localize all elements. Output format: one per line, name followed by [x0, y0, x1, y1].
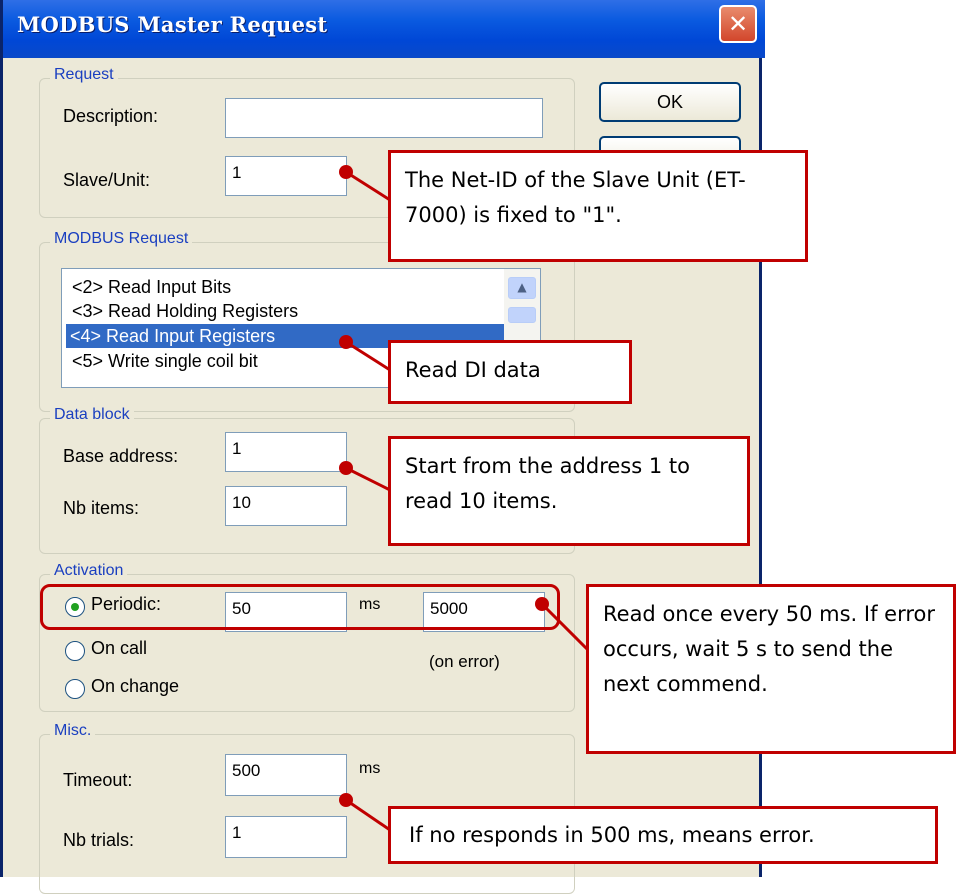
callout-dot — [339, 461, 353, 475]
timeout-annotation: If no responds in 500 ms, means error. — [388, 806, 938, 864]
callout-dot — [535, 597, 549, 611]
read-di-annotation: Read DI data — [388, 340, 632, 404]
slave-unit-annotation: The Net-ID of the Slave Unit (ET-7000) i… — [388, 150, 808, 262]
periodic-annotation: Read once every 50 ms. If error occurs, … — [586, 584, 956, 754]
callout-dot — [339, 335, 353, 349]
address-annotation: Start from the address 1 to read 10 item… — [388, 436, 750, 546]
callout-dot — [339, 165, 353, 179]
callout-dot — [339, 793, 353, 807]
